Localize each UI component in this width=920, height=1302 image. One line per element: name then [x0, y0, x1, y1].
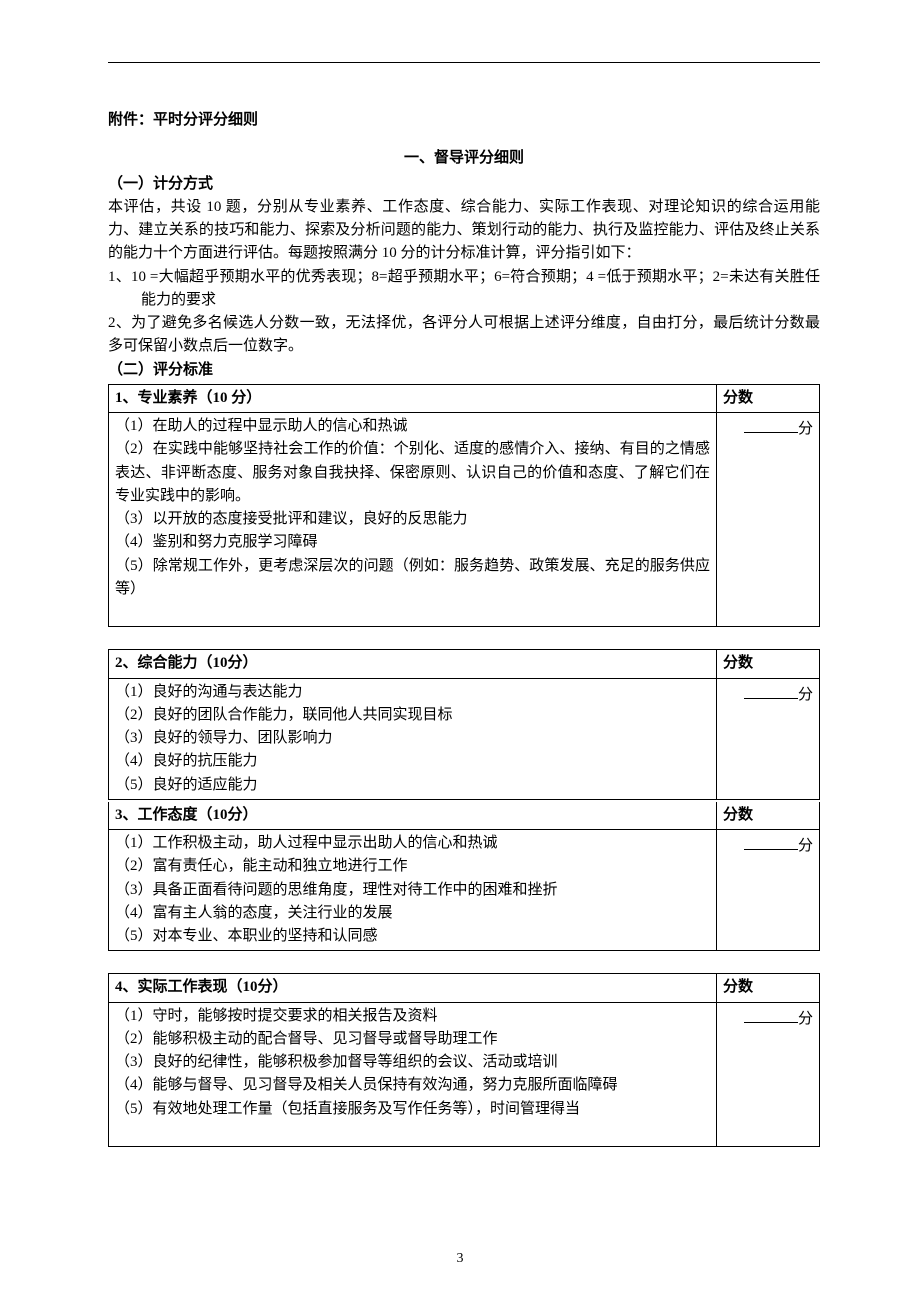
score-blank[interactable] [744, 834, 798, 850]
list-item: （3）具备正面看待问题的思维角度，理性对待工作中的困难和挫折 [115, 879, 710, 902]
score-cell: 分 [717, 413, 820, 627]
table-row: （1）在助人的过程中显示助人的信心和热诚 （2）在实践中能够坚持社会工作的价值：… [109, 413, 820, 627]
score-blank[interactable] [744, 1007, 798, 1023]
rubric-table-1: 1、专业素养（10 分） 分数 （1）在助人的过程中显示助人的信心和热诚 （2）… [108, 384, 820, 628]
list-item: （5）有效地处理工作量（包括直接服务及写作任务等），时间管理得当 [115, 1098, 710, 1121]
score-header: 分数 [717, 974, 820, 1002]
rubric-table-4: 4、实际工作表现（10分） 分数 （1）守时，能够按时提交要求的相关报告及资料 … [108, 973, 820, 1147]
list-item: （1）良好的沟通与表达能力 [115, 681, 710, 704]
score-header: 分数 [717, 384, 820, 412]
rubric-items-cell: （1）良好的沟通与表达能力 （2）良好的团队合作能力，联同他人共同实现目标 （3… [109, 678, 717, 799]
list-item: （2）能够积极主动的配合督导、见习督导或督导助理工作 [115, 1028, 710, 1051]
scoring-rule-2: 2、为了避免多名候选人分数一致，无法择优，各评分人可根据上述评分维度，自由打分，… [108, 312, 820, 359]
table-row: （1）工作积极主动，助人过程中显示出助人的信心和热诚 （2）富有责任心，能主动和… [109, 830, 820, 951]
scoring-method-intro: 本评估，共设 10 题，分别从专业素养、工作态度、综合能力、实际工作表现、对理论… [108, 196, 820, 266]
list-item: （5）良好的适应能力 [115, 774, 710, 797]
list-item: （2）富有责任心，能主动和独立地进行工作 [115, 855, 710, 878]
list-item: （5）对本专业、本职业的坚持和认同感 [115, 925, 710, 948]
score-cell: 分 [717, 830, 820, 951]
scoring-rule-1: 1、10 =大幅超乎预期水平的优秀表现；8=超乎预期水平；6=符合预期；4 =低… [108, 266, 820, 313]
list-item: （1）守时，能够按时提交要求的相关报告及资料 [115, 1005, 710, 1028]
document-page: 附件：平时分评分细则 一、督导评分细则 （一）计分方式 本评估，共设 10 题，… [0, 0, 920, 1302]
table-row: （1）良好的沟通与表达能力 （2）良好的团队合作能力，联同他人共同实现目标 （3… [109, 678, 820, 799]
attachment-label: 附件：平时分评分细则 [108, 109, 820, 132]
score-unit: 分 [798, 838, 813, 854]
rubric-items-cell: （1）工作积极主动，助人过程中显示出助人的信心和热诚 （2）富有责任心，能主动和… [109, 830, 717, 951]
rubric-title: 4、实际工作表现（10分） [109, 974, 717, 1002]
score-blank[interactable] [744, 417, 798, 433]
list-item: （3）良好的纪律性，能够积极参加督导等组织的会议、活动或培训 [115, 1051, 710, 1074]
list-item: （2）在实践中能够坚持社会工作的价值：个别化、适度的感情介入、接纳、有目的之情感… [115, 438, 710, 508]
top-rule [108, 62, 820, 63]
score-unit: 分 [798, 421, 813, 437]
rubric-title: 2、综合能力（10分） [109, 650, 717, 678]
list-item: （3）良好的领导力、团队影响力 [115, 727, 710, 750]
table-row: 4、实际工作表现（10分） 分数 [109, 974, 820, 1002]
page-number: 3 [0, 1248, 920, 1270]
score-cell: 分 [717, 1002, 820, 1147]
table-row: （1）守时，能够按时提交要求的相关报告及资料 （2）能够积极主动的配合督导、见习… [109, 1002, 820, 1147]
score-unit: 分 [798, 1011, 813, 1027]
list-item: （4）良好的抗压能力 [115, 750, 710, 773]
list-item: （4）能够与督导、见习督导及相关人员保持有效沟通，努力克服所面临障碍 [115, 1074, 710, 1097]
list-item: （4）富有主人翁的态度，关注行业的发展 [115, 902, 710, 925]
rubric-items-cell: （1）在助人的过程中显示助人的信心和热诚 （2）在实践中能够坚持社会工作的价值：… [109, 413, 717, 627]
standards-heading: （二）评分标准 [108, 359, 820, 382]
score-unit: 分 [798, 687, 813, 703]
table-row: 3、工作态度（10分） 分数 [109, 802, 820, 830]
score-header: 分数 [717, 650, 820, 678]
list-item: （2）良好的团队合作能力，联同他人共同实现目标 [115, 704, 710, 727]
table-row: 2、综合能力（10分） 分数 [109, 650, 820, 678]
list-item: （3）以开放的态度接受批评和建议，良好的反思能力 [115, 508, 710, 531]
rubric-title: 1、专业素养（10 分） [109, 384, 717, 412]
rubric-items-cell: （1）守时，能够按时提交要求的相关报告及资料 （2）能够积极主动的配合督导、见习… [109, 1002, 717, 1147]
section-heading: 一、督导评分细则 [108, 147, 820, 170]
table-row: 1、专业素养（10 分） 分数 [109, 384, 820, 412]
rubric-title: 3、工作态度（10分） [109, 802, 717, 830]
rubric-table-2: 2、综合能力（10分） 分数 （1）良好的沟通与表达能力 （2）良好的团队合作能… [108, 649, 820, 800]
score-blank[interactable] [744, 683, 798, 699]
score-cell: 分 [717, 678, 820, 799]
list-item: （1）工作积极主动，助人过程中显示出助人的信心和热诚 [115, 832, 710, 855]
list-item: （4）鉴别和努力克服学习障碍 [115, 531, 710, 554]
list-item: （5）除常规工作外，更考虑深层次的问题（例如：服务趋势、政策发展、充足的服务供应… [115, 555, 710, 602]
rubric-table-3: 3、工作态度（10分） 分数 （1）工作积极主动，助人过程中显示出助人的信心和热… [108, 802, 820, 952]
score-header: 分数 [717, 802, 820, 830]
scoring-method-heading: （一）计分方式 [108, 173, 820, 196]
list-item: （1）在助人的过程中显示助人的信心和热诚 [115, 415, 710, 438]
